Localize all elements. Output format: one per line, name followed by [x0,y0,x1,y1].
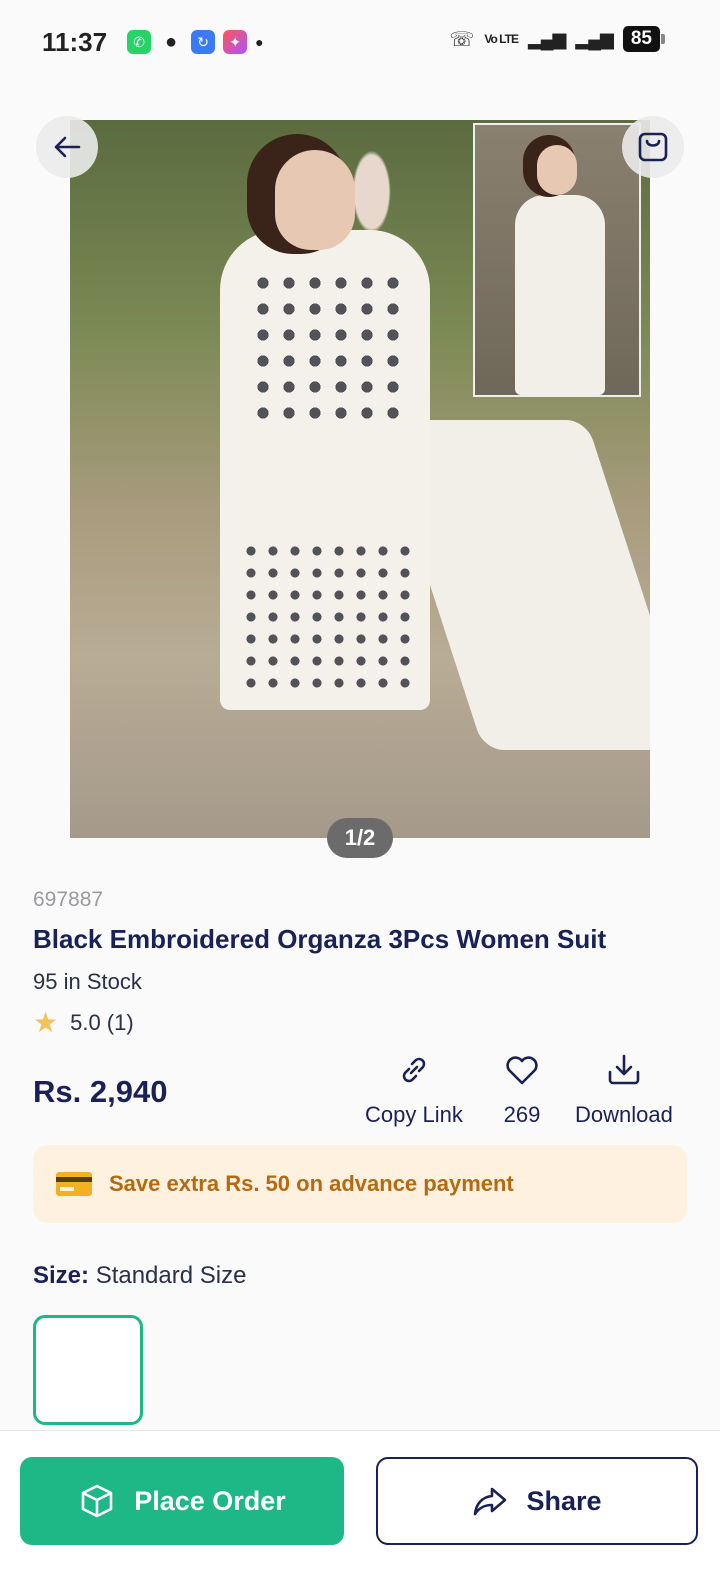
product-info: 697887 Black Embroidered Organza 3Pcs Wo… [33,888,693,1037]
more-notifications-icon: ● [255,34,264,50]
promo-text: Save extra Rs. 50 on advance payment [109,1171,514,1196]
inset-dress [515,195,605,395]
chat-icon: ● [165,30,178,53]
wifi-call-icon: ☏ [449,28,475,51]
image-pager: 1/2 [327,818,393,858]
product-image-gallery[interactable] [0,120,720,840]
bottom-action-bar: Place Order Share [0,1430,720,1570]
like-button[interactable]: 269 [502,1050,542,1128]
heart-icon [506,1056,538,1085]
arrow-left-icon [54,136,81,158]
size-label-title: Size: [33,1262,90,1289]
copy-link-label: Copy Link [365,1102,463,1127]
cart-button[interactable] [622,116,684,178]
size-label: Size: Standard Size [33,1262,246,1290]
signal-icon-2: ▂▄▆ [575,28,613,49]
battery-indicator: 85 [622,26,666,52]
product-title: Black Embroidered Organza 3Pcs Women Sui… [33,924,607,954]
rating-value: 5.0 (1) [70,1010,134,1035]
share-arrow-icon [474,1487,507,1516]
status-indicators: ☏ Vo LTE ▂▄▆ ▂▄▆ 85 [449,26,666,52]
photo-dress [220,230,430,710]
price-row: Rs. 2,940 Copy Link 269 Download [33,1050,693,1136]
credit-card-icon [56,1172,92,1196]
inset-model [537,145,577,195]
product-photo[interactable] [70,120,650,838]
download-icon [608,1054,640,1085]
size-value: Standard Size [95,1262,247,1289]
stock-status: 95 in Stock [33,969,142,994]
place-order-label: Place Order [134,1485,286,1516]
status-time: 11:37 [42,26,108,57]
volte-label: Vo LTE [484,32,519,46]
back-button[interactable] [36,116,98,178]
product-price: Rs. 2,940 [33,1074,168,1109]
shopping-bag-icon [638,132,668,162]
size-option-standard[interactable] [33,1315,143,1425]
download-label: Download [575,1102,673,1127]
like-count: 269 [503,1102,541,1127]
status-bar: 11:37 ✆ ● ↻ ✦ ● ☏ Vo LTE ▂▄▆ ▂▄▆ 85 [0,0,720,84]
share-button[interactable]: Share [376,1457,698,1545]
box-icon [81,1484,113,1518]
product-rating[interactable]: ★ 5.0 (1) [33,1009,693,1037]
download-button[interactable]: Download [575,1050,673,1128]
app-icon: ✦ [223,30,248,54]
place-order-button[interactable]: Place Order [20,1457,344,1545]
product-sku: 697887 [33,888,104,911]
copy-link-button[interactable]: Copy Link [365,1050,463,1128]
advance-payment-banner: Save extra Rs. 50 on advance payment [33,1145,687,1223]
whatsapp-icon: ✆ [127,30,152,54]
sync-icon: ↻ [191,30,216,54]
status-app-icons: ✆ ● ↻ ✦ ● [127,30,264,54]
photo-inset [473,123,641,397]
photo-model [275,150,355,250]
signal-icon: ▂▄▆ [527,28,566,49]
link-icon [402,1057,426,1083]
share-label: Share [526,1485,602,1516]
star-icon: ★ [33,1007,59,1038]
